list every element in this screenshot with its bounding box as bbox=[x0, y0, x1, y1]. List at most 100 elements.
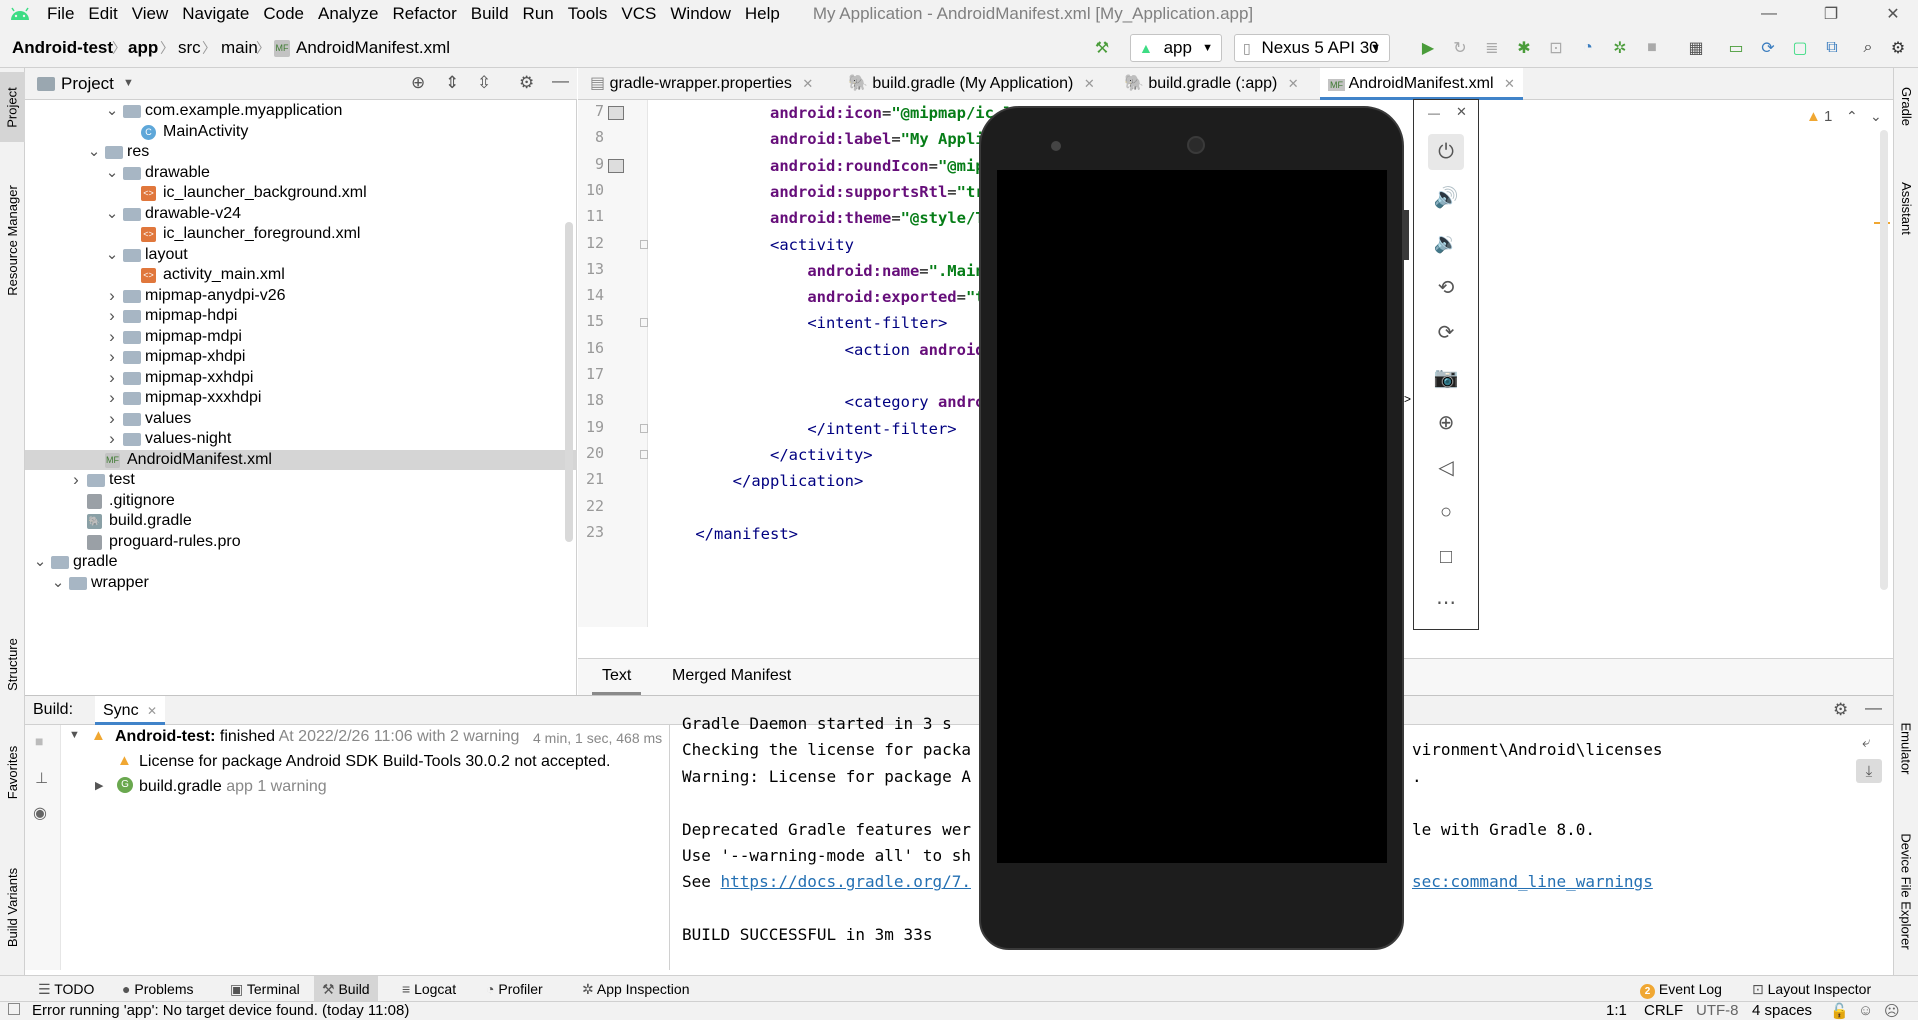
overview-icon[interactable]: □ bbox=[1428, 539, 1464, 575]
tree-item[interactable]: › mipmap-anydpi-v26 bbox=[25, 286, 577, 307]
apply-changes-icon[interactable]: ↻ bbox=[1448, 36, 1472, 60]
minimize-icon[interactable]: — bbox=[1428, 106, 1440, 120]
tree-item[interactable]: <> ic_launcher_background.xml bbox=[25, 183, 577, 204]
sync-gradle-icon[interactable]: ▭ bbox=[1724, 36, 1748, 60]
tab-terminal[interactable]: ▣ Terminal bbox=[230, 976, 300, 1002]
hide-panel-icon[interactable]: — bbox=[552, 71, 569, 91]
run-icon[interactable]: ▶ bbox=[1416, 36, 1440, 60]
chevron-right-icon[interactable]: › bbox=[69, 470, 83, 491]
power-icon[interactable]: ⏻ bbox=[1428, 134, 1464, 170]
plugin-icon[interactable]: ⧉ bbox=[1820, 36, 1844, 60]
breadcrumb-main[interactable]: main bbox=[221, 28, 258, 68]
attach-debugger-icon[interactable]: ⊡ bbox=[1544, 36, 1568, 60]
tree-item[interactable]: proguard-rules.pro bbox=[25, 532, 577, 553]
chevron-right-icon[interactable]: ▶ bbox=[95, 779, 103, 792]
tree-item[interactable]: <> activity_main.xml bbox=[25, 265, 577, 286]
rotate-right-icon[interactable]: ⟳ bbox=[1428, 314, 1464, 350]
file-encoding[interactable]: UTF-8 bbox=[1696, 1002, 1739, 1019]
chevron-down-icon[interactable]: ▼ bbox=[69, 729, 80, 741]
tab-layout-inspector[interactable]: ⊡ Layout Inspector bbox=[1752, 976, 1871, 1002]
attach-process-icon[interactable]: ✲ bbox=[1608, 36, 1632, 60]
chevron-down-icon[interactable]: ⌄ bbox=[87, 142, 101, 163]
rotate-left-icon[interactable]: ⟲ bbox=[1428, 269, 1464, 305]
menu-analyze[interactable]: Analyze bbox=[311, 0, 385, 28]
soft-wrap-icon[interactable]: ⤶ bbox=[1862, 733, 1870, 751]
gear-icon[interactable]: ⚙ bbox=[1833, 700, 1848, 720]
minimize-button[interactable]: — bbox=[1746, 0, 1792, 28]
tab-text[interactable]: Text bbox=[592, 659, 642, 695]
fold-marker-icon[interactable] bbox=[640, 318, 648, 328]
tree-item[interactable]: ⌄ drawable bbox=[25, 163, 577, 184]
scroll-to-end-icon[interactable]: ⤓ bbox=[1856, 759, 1882, 783]
chevron-right-icon[interactable]: › bbox=[105, 286, 119, 307]
hide-panel-icon[interactable]: — bbox=[1865, 698, 1882, 718]
tree-item[interactable]: › mipmap-xxhdpi bbox=[25, 368, 577, 389]
close-icon[interactable]: ✕ bbox=[147, 704, 157, 718]
make-project-hammer-icon[interactable]: ⚒ bbox=[1090, 36, 1114, 60]
tree-item[interactable]: MF AndroidManifest.xml bbox=[25, 449, 577, 470]
collapse-all-icon[interactable]: ⇳ bbox=[477, 73, 491, 93]
project-panel-title[interactable]: Project bbox=[61, 74, 114, 94]
menu-code[interactable]: Code bbox=[256, 0, 311, 28]
previous-highlight-icon[interactable]: ⌃ bbox=[1846, 108, 1858, 125]
toggle-tool-windows-icon[interactable] bbox=[8, 1003, 20, 1015]
tab-build-variants[interactable]: Build Variants bbox=[0, 848, 25, 966]
camera-icon[interactable]: 📷 bbox=[1428, 359, 1464, 395]
tree-item[interactable]: › mipmap-xxxhdpi bbox=[25, 388, 577, 409]
tab-emulator[interactable]: Emulator bbox=[1894, 708, 1918, 788]
line-separator[interactable]: CRLF bbox=[1644, 1002, 1683, 1019]
menu-run[interactable]: Run bbox=[516, 0, 561, 28]
stop-icon[interactable]: ■ bbox=[1640, 36, 1664, 60]
close-icon[interactable]: ✕ bbox=[1084, 76, 1095, 91]
tab-todo[interactable]: ☰ TODO bbox=[38, 976, 94, 1002]
tab-resource-manager[interactable]: Resource Manager bbox=[0, 164, 25, 316]
close-icon[interactable]: ✕ bbox=[1288, 76, 1299, 91]
tab-problems[interactable]: ● Problems bbox=[122, 976, 194, 1002]
apply-code-changes-icon[interactable]: ≣ bbox=[1480, 36, 1504, 60]
image-icon[interactable] bbox=[608, 158, 624, 173]
tree-item[interactable]: 🐘 build.gradle bbox=[25, 511, 577, 532]
menu-edit[interactable]: Edit bbox=[81, 0, 124, 28]
breadcrumb-file[interactable]: AndroidManifest.xml bbox=[296, 28, 450, 68]
menu-build[interactable]: Build bbox=[464, 0, 516, 28]
tree-item[interactable]: › test bbox=[25, 470, 577, 491]
close-window-button[interactable]: ✕ bbox=[1870, 0, 1916, 28]
profile-icon[interactable]: ◔ bbox=[1576, 36, 1600, 60]
tree-item[interactable]: › mipmap-hdpi bbox=[25, 306, 577, 327]
tab-build-gradle-app[interactable]: 🐘 build.gradle (:app) ✕ bbox=[1124, 68, 1299, 100]
tree-item[interactable]: › values bbox=[25, 409, 577, 430]
tree-item[interactable]: › mipmap-xhdpi bbox=[25, 347, 577, 368]
caret-position[interactable]: 1:1 bbox=[1606, 1002, 1627, 1019]
debug-icon[interactable]: ✱ bbox=[1512, 36, 1536, 60]
tree-item[interactable]: ⌄ wrapper bbox=[25, 573, 577, 594]
zoom-icon[interactable]: ⊕ bbox=[1428, 404, 1464, 440]
tree-item[interactable]: ⌄ layout bbox=[25, 245, 577, 266]
breadcrumb-src[interactable]: src bbox=[178, 28, 201, 68]
chevron-right-icon[interactable]: › bbox=[105, 327, 119, 348]
license-warning-item[interactable]: License for package Android SDK Build-To… bbox=[139, 753, 610, 771]
eye-icon[interactable]: ◉ bbox=[33, 803, 47, 823]
next-highlight-icon[interactable]: ⌄ bbox=[1870, 108, 1882, 125]
chevron-down-icon[interactable]: ⌄ bbox=[51, 573, 65, 594]
warning-icon[interactable]: ▲ bbox=[1806, 108, 1821, 125]
more-icon[interactable]: ⋯ bbox=[1428, 584, 1464, 620]
scrollbar[interactable] bbox=[565, 222, 573, 542]
docs-link-tail[interactable]: sec:command_line_warnings bbox=[1412, 869, 1653, 895]
tab-gradle[interactable]: Gradle bbox=[1894, 76, 1918, 136]
device-select[interactable]: ▯ Nexus 5 API 30 ▼ bbox=[1234, 34, 1390, 62]
stop-icon[interactable]: ■ bbox=[35, 733, 43, 749]
expand-all-icon[interactable]: ⇕ bbox=[445, 73, 459, 93]
tab-build-gradle-project[interactable]: 🐘 build.gradle (My Application) ✕ bbox=[848, 68, 1095, 100]
sdk-manager-icon[interactable]: ▢ bbox=[1788, 36, 1812, 60]
close-icon[interactable]: ✕ bbox=[802, 76, 813, 91]
docs-link[interactable]: https://docs.gradle.org/7. bbox=[721, 872, 971, 891]
tab-assistant[interactable]: Assistant bbox=[1894, 168, 1918, 248]
run-config-select[interactable]: ▲ app ▼ bbox=[1130, 34, 1222, 62]
tree-item[interactable]: ⌄ res bbox=[25, 142, 577, 163]
fold-marker-icon[interactable] bbox=[640, 423, 648, 433]
tab-android-manifest[interactable]: MF AndroidManifest.xml ✕ bbox=[1320, 68, 1523, 100]
tab-app-inspection[interactable]: ✲ App Inspection bbox=[582, 976, 689, 1002]
chevron-down-icon[interactable]: ⌄ bbox=[105, 204, 119, 225]
tree-item[interactable]: .gitignore bbox=[25, 491, 577, 512]
lock-icon[interactable]: 🔓 bbox=[1830, 1002, 1849, 1020]
